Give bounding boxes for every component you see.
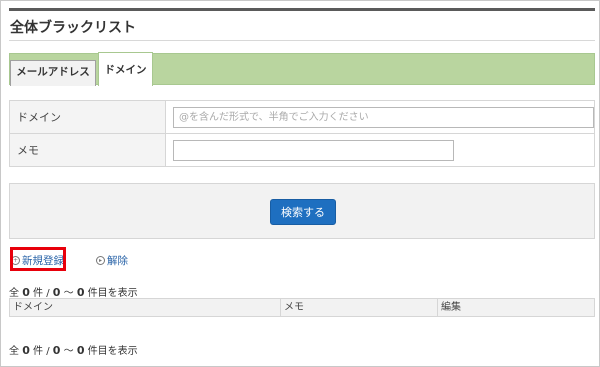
domain-label: ドメイン xyxy=(9,100,166,134)
result-table-header: ドメイン メモ 編集 xyxy=(9,298,595,317)
column-header-edit: 編集 xyxy=(441,302,461,313)
column-header-domain: ドメイン xyxy=(10,299,281,316)
new-register-link[interactable]: + 新規登録 xyxy=(11,251,64,271)
column-header-memo: メモ xyxy=(281,299,438,316)
title-divider xyxy=(9,40,595,41)
new-register-label: 新規登録 xyxy=(22,255,64,267)
circle-arrow-icon: ▸ xyxy=(96,255,105,265)
tab-bar: メールアドレス ドメイン xyxy=(9,52,595,86)
memo-label: メモ xyxy=(9,133,166,167)
tab-mail-address[interactable]: メールアドレス xyxy=(10,60,96,86)
result-count-top: 全 0 件 / 0 ～ 0 件目を表示 xyxy=(9,286,138,299)
circle-plus-icon: + xyxy=(11,255,20,265)
cancel-link[interactable]: ▸ 解除 xyxy=(96,251,128,271)
search-button[interactable]: 検索する xyxy=(270,199,336,225)
top-bar xyxy=(9,8,595,11)
search-form: ドメイン メモ xyxy=(9,100,595,167)
result-count-bottom: 全 0 件 / 0 ～ 0 件目を表示 xyxy=(9,344,138,357)
form-row-domain: ドメイン xyxy=(9,100,595,134)
memo-input[interactable] xyxy=(173,139,454,161)
domain-input[interactable] xyxy=(173,106,594,128)
search-panel: 検索する xyxy=(9,183,595,239)
form-row-memo: メモ xyxy=(9,133,595,167)
page-title: 全体ブラックリスト xyxy=(10,20,136,36)
cancel-label: 解除 xyxy=(107,255,128,267)
window-frame: 全体ブラックリスト メールアドレス ドメイン ドメイン メモ 検索する +新規登… xyxy=(0,0,600,367)
tab-domain[interactable]: ドメイン xyxy=(98,52,153,86)
